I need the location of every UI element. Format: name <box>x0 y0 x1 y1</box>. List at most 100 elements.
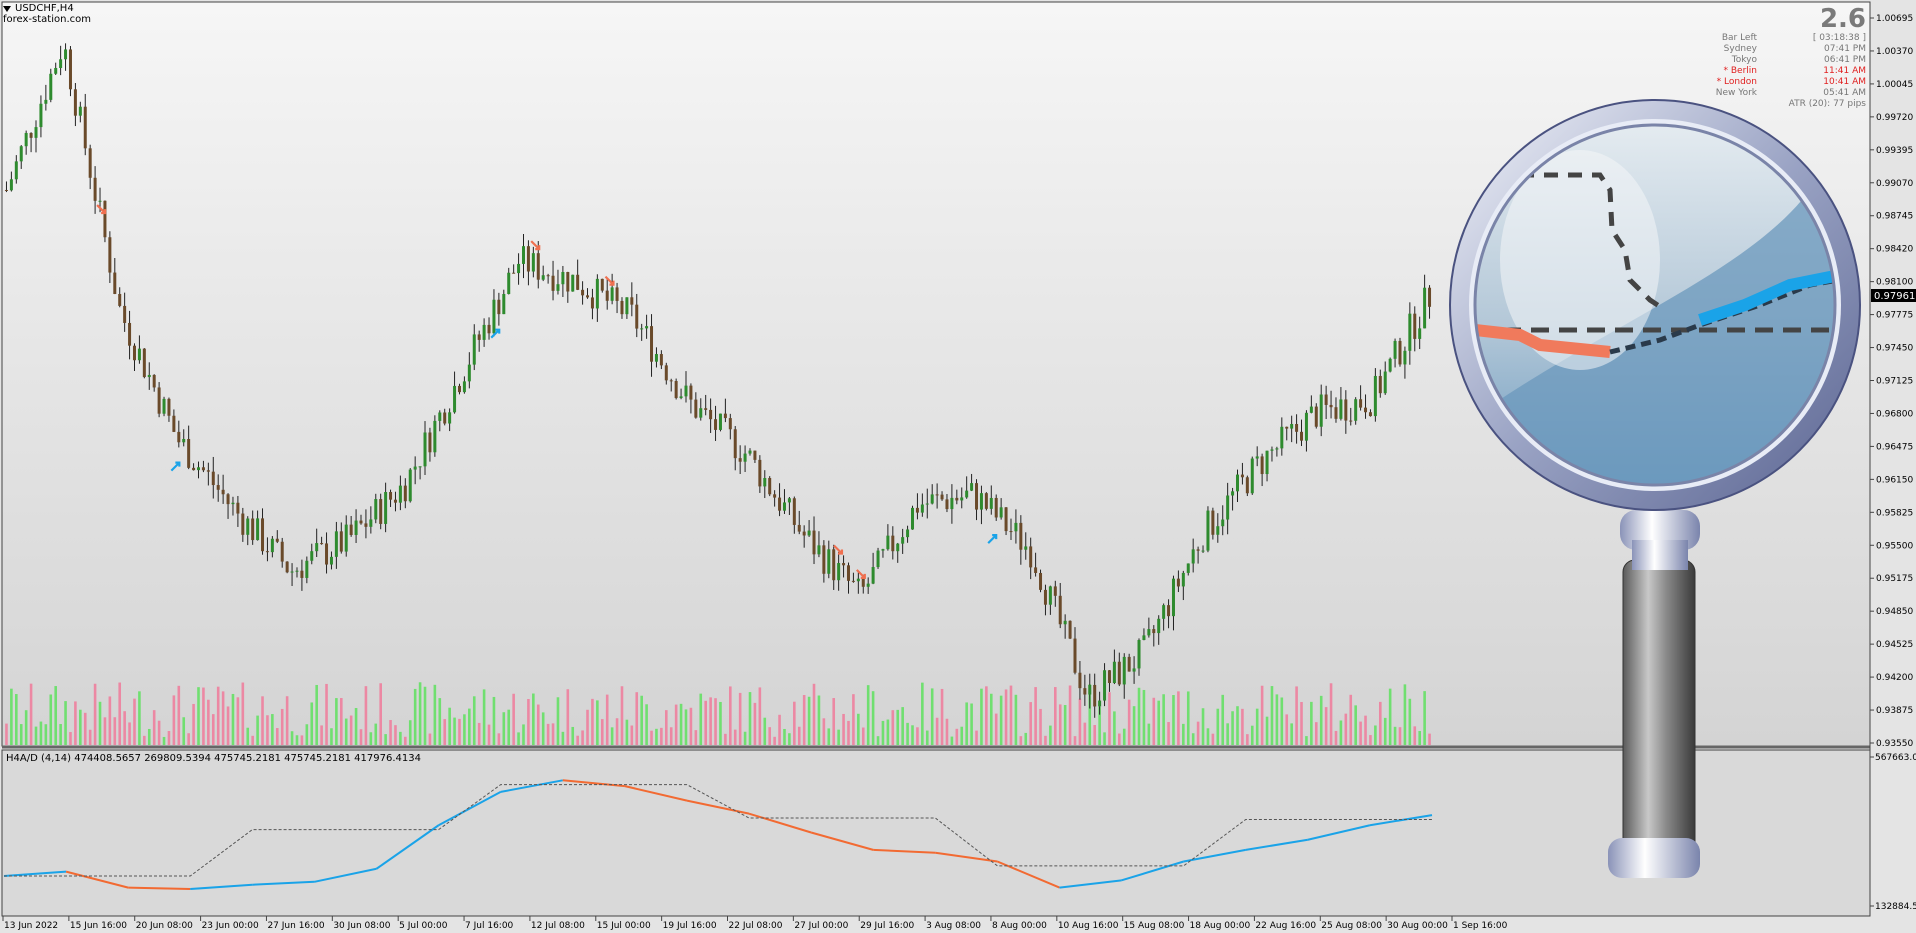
volume-bar <box>1413 726 1417 745</box>
volume-bar <box>113 717 117 745</box>
volume-bar <box>88 729 92 745</box>
info-row-label: Bar Left <box>1721 33 1757 43</box>
volume-bar <box>669 727 673 745</box>
volume-bar <box>1044 735 1047 745</box>
volume-bar <box>591 698 594 745</box>
candle-body <box>1226 495 1230 520</box>
volume-bar <box>768 727 772 745</box>
volume-bar <box>5 723 8 745</box>
candle-body <box>1137 639 1141 669</box>
candle-body <box>1191 549 1195 564</box>
volume-bar <box>980 688 983 745</box>
volume-bar <box>1113 711 1116 745</box>
volume-bar <box>1182 723 1185 745</box>
volume-bar <box>1118 733 1121 745</box>
volume-bar <box>965 702 968 745</box>
candle-body <box>994 497 998 518</box>
candle-body <box>98 200 102 202</box>
candle-body <box>965 490 969 498</box>
volume-bar <box>1418 731 1421 745</box>
candle-body <box>423 432 427 467</box>
chart-window[interactable]: 1.00695 1.00370 1.00045 0.99720 0.99395 0.990… <box>0 0 1916 933</box>
volume-bar <box>231 693 235 745</box>
volume-bar <box>108 696 112 745</box>
volume-bar <box>1388 688 1392 745</box>
volume-bar <box>930 688 934 745</box>
volume-bar <box>517 732 520 745</box>
price-tick-label: 0.97450 <box>1876 344 1913 354</box>
volume-bar <box>389 720 392 745</box>
volume-bar <box>1073 736 1077 745</box>
candle-body <box>492 299 496 334</box>
candle-body <box>1304 412 1308 441</box>
volume-bar <box>1063 705 1067 745</box>
candle-body <box>1339 399 1343 419</box>
volume-bar <box>330 728 333 745</box>
volume-bar <box>1122 728 1126 745</box>
volume-bar <box>532 693 535 745</box>
candle-body <box>305 560 309 578</box>
time-tick-label: 30 Jun 08:00 <box>333 921 390 931</box>
volume-bar <box>866 685 870 745</box>
candle-body <box>1181 572 1185 587</box>
indicator-pane[interactable] <box>1 749 1871 917</box>
candle-body <box>586 295 590 298</box>
volume-bar <box>940 688 944 745</box>
volume-bar <box>536 704 540 745</box>
volume-bar <box>1034 687 1037 745</box>
candle-body <box>876 550 880 568</box>
volume-bar <box>1364 715 1367 745</box>
candle-body <box>1216 526 1220 535</box>
candle-body <box>595 278 599 309</box>
candle-body <box>167 398 171 416</box>
candle-body <box>930 494 934 504</box>
volume-bar <box>842 713 845 745</box>
volume-bar <box>724 733 727 745</box>
candle-body <box>561 272 565 285</box>
volume-bar <box>1241 708 1244 745</box>
time-tick-label: 10 Aug 16:00 <box>1058 921 1119 931</box>
dropdown-triangle-icon[interactable] <box>3 5 11 12</box>
candle-body <box>83 106 87 149</box>
candle-body <box>556 284 560 291</box>
price-axis: 1.00695 1.00370 1.00045 0.99720 0.99395 0.990… <box>1870 14 1913 749</box>
volume-bar <box>285 696 289 745</box>
candle-body <box>822 545 826 574</box>
candle-body <box>743 453 747 462</box>
candle-body <box>521 246 525 264</box>
candle-body <box>320 543 324 545</box>
candle-body <box>364 523 368 527</box>
candle-body <box>886 535 890 550</box>
volume-bar <box>1250 725 1254 745</box>
candle-body <box>1171 578 1175 617</box>
volume-bar <box>211 714 215 745</box>
volume-bar <box>147 728 151 745</box>
volume-bar <box>945 718 949 745</box>
volume-bar <box>202 687 205 745</box>
candle-body <box>1235 474 1239 492</box>
volume-bar <box>19 724 23 745</box>
volume-bar <box>847 720 850 745</box>
volume-bar <box>1049 725 1052 745</box>
candle-body <box>1063 620 1067 625</box>
volume-bar <box>44 724 48 745</box>
volume-bar <box>1132 706 1136 745</box>
volume-bar <box>512 693 515 745</box>
candle-body <box>226 494 230 505</box>
volume-bar <box>482 689 486 745</box>
volume-bar <box>256 715 259 745</box>
volume-bar <box>300 735 304 745</box>
volume-bar <box>349 715 353 745</box>
volume-bar <box>1108 692 1111 745</box>
info-row-label: * Berlin <box>1723 66 1757 76</box>
volume-bar <box>1206 728 1210 745</box>
chart-canvas[interactable]: 1.00695 1.00370 1.00045 0.99720 0.99395 0.990… <box>0 0 1916 933</box>
candle-body <box>344 524 348 552</box>
volume-bar <box>660 727 663 745</box>
candle-body <box>1098 700 1102 707</box>
candle-body <box>1132 668 1136 672</box>
candle-body <box>1088 684 1092 695</box>
volume-bar <box>1147 723 1151 745</box>
candle-body <box>989 497 993 509</box>
candle-body <box>1354 399 1358 421</box>
